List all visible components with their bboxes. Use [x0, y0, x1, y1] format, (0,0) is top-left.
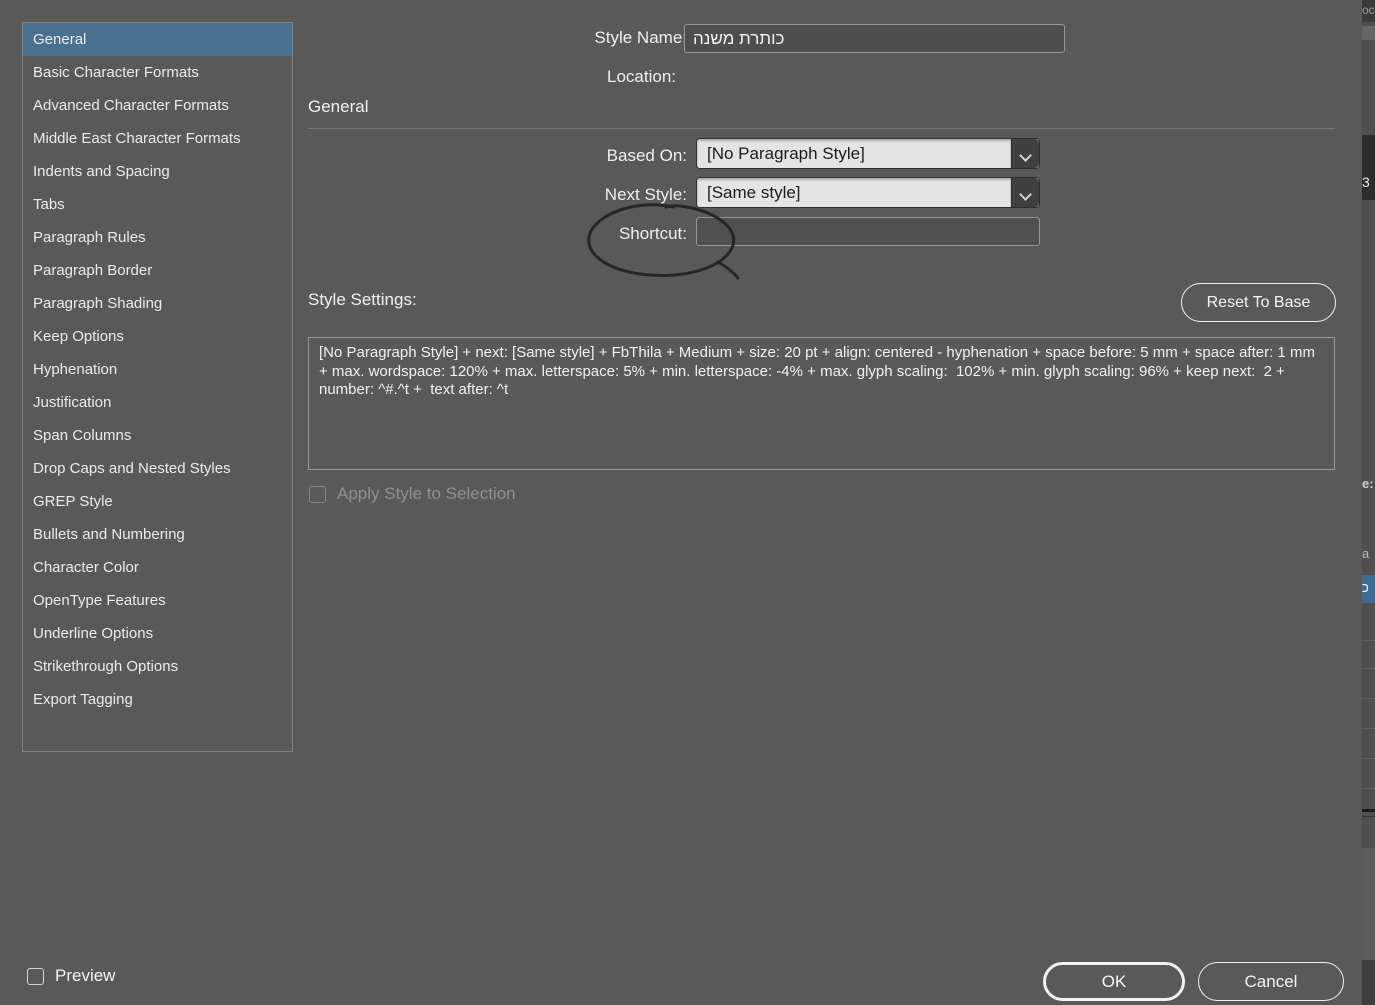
background-divider — [1362, 809, 1375, 812]
section-title-general: General — [308, 97, 369, 116]
sidebar-item-character-color[interactable]: Character Color — [23, 551, 292, 584]
based-on-value: [No Paragraph Style] — [697, 139, 1011, 168]
preview-checkbox[interactable] — [27, 967, 44, 985]
background-panel-area — [1362, 848, 1375, 960]
background-row-divider — [1362, 788, 1375, 789]
apply-style-to-selection-row: Apply Style to Selection — [309, 484, 516, 504]
background-row-divider — [1362, 640, 1375, 641]
background-row-divider — [1362, 698, 1375, 699]
sidebar-item-opentype-features[interactable]: OpenType Features — [23, 584, 292, 617]
next-style-dropdown-button[interactable] — [1011, 178, 1039, 207]
next-style-dropdown[interactable]: [Same style] — [696, 177, 1040, 208]
style-name-input[interactable] — [684, 24, 1065, 53]
next-style-label: Next Style: — [604, 185, 687, 204]
sidebar-item-tabs[interactable]: Tabs — [23, 188, 292, 221]
chevron-down-icon — [1021, 188, 1031, 198]
background-panel-tab-fragment: oc — [1362, 0, 1375, 22]
background-row-divider — [1362, 728, 1375, 729]
based-on-label: Based On: — [606, 146, 687, 165]
background-panel-value-fragment: 3 — [1362, 135, 1375, 200]
background-panel-area — [1362, 960, 1375, 1005]
sidebar-item-export-tagging[interactable]: Export Tagging — [23, 683, 292, 716]
background-panel-bar — [1362, 26, 1375, 40]
shortcut-input[interactable] — [696, 217, 1040, 246]
background-panel-strip: oc 3 e: a כ — [1362, 0, 1375, 1005]
sidebar-item-span-columns[interactable]: Span Columns — [23, 419, 292, 452]
sidebar-item-underline-options[interactable]: Underline Options — [23, 617, 292, 650]
style-settings-summary: [No Paragraph Style] + next: [Same style… — [308, 337, 1335, 470]
sidebar-item-paragraph-border[interactable]: Paragraph Border — [23, 254, 292, 287]
sidebar-item-bullets-and-numbering[interactable]: Bullets and Numbering — [23, 518, 292, 551]
background-panel-text-fragment: e: — [1362, 476, 1374, 491]
cancel-button[interactable]: Cancel — [1198, 962, 1344, 1001]
sidebar-item-basic-character-formats[interactable]: Basic Character Formats — [23, 56, 292, 89]
sidebar-item-general[interactable]: General — [23, 23, 292, 56]
sidebar-item-drop-caps-and-nested-styles[interactable]: Drop Caps and Nested Styles — [23, 452, 292, 485]
sidebar-item-paragraph-shading[interactable]: Paragraph Shading — [23, 287, 292, 320]
section-divider — [308, 128, 1335, 129]
location-label: Location: — [607, 67, 676, 86]
paragraph-style-options-dialog: oc 3 e: a כ General Basic Character Form… — [0, 0, 1375, 1005]
reset-to-base-button[interactable]: Reset To Base — [1181, 283, 1336, 322]
sidebar-item-middle-east-character-formats[interactable]: Middle East Character Formats — [23, 122, 292, 155]
sidebar-item-justification[interactable]: Justification — [23, 386, 292, 419]
style-settings-label: Style Settings: — [308, 290, 417, 309]
based-on-dropdown-button[interactable] — [1011, 139, 1039, 168]
background-row-divider — [1362, 668, 1375, 669]
sidebar-item-paragraph-rules[interactable]: Paragraph Rules — [23, 221, 292, 254]
sidebar-item-hyphenation[interactable]: Hyphenation — [23, 353, 292, 386]
ok-button[interactable]: OK — [1043, 962, 1185, 1001]
background-panel-selected-row-fragment: כ — [1362, 575, 1375, 603]
sidebar-item-advanced-character-formats[interactable]: Advanced Character Formats — [23, 89, 292, 122]
chevron-down-icon — [1021, 149, 1031, 159]
background-row-divider — [1362, 758, 1375, 759]
background-panel-text-fragment: a — [1362, 546, 1370, 561]
based-on-dropdown[interactable]: [No Paragraph Style] — [696, 138, 1040, 169]
apply-style-label: Apply Style to Selection — [337, 484, 516, 503]
sidebar-item-grep-style[interactable]: GREP Style — [23, 485, 292, 518]
sidebar-item-strikethrough-options[interactable]: Strikethrough Options — [23, 650, 292, 683]
sidebar-item-indents-and-spacing[interactable]: Indents and Spacing — [23, 155, 292, 188]
preview-label: Preview — [55, 966, 116, 985]
sidebar-item-keep-options[interactable]: Keep Options — [23, 320, 292, 353]
preview-row: Preview — [27, 966, 115, 986]
shortcut-label: Shortcut: — [618, 224, 687, 243]
next-style-value: [Same style] — [697, 178, 1011, 207]
category-list: General Basic Character Formats Advanced… — [22, 22, 293, 752]
background-divider — [1362, 816, 1375, 817]
style-name-label: Style Name: — [594, 28, 687, 47]
apply-style-checkbox — [309, 485, 326, 503]
